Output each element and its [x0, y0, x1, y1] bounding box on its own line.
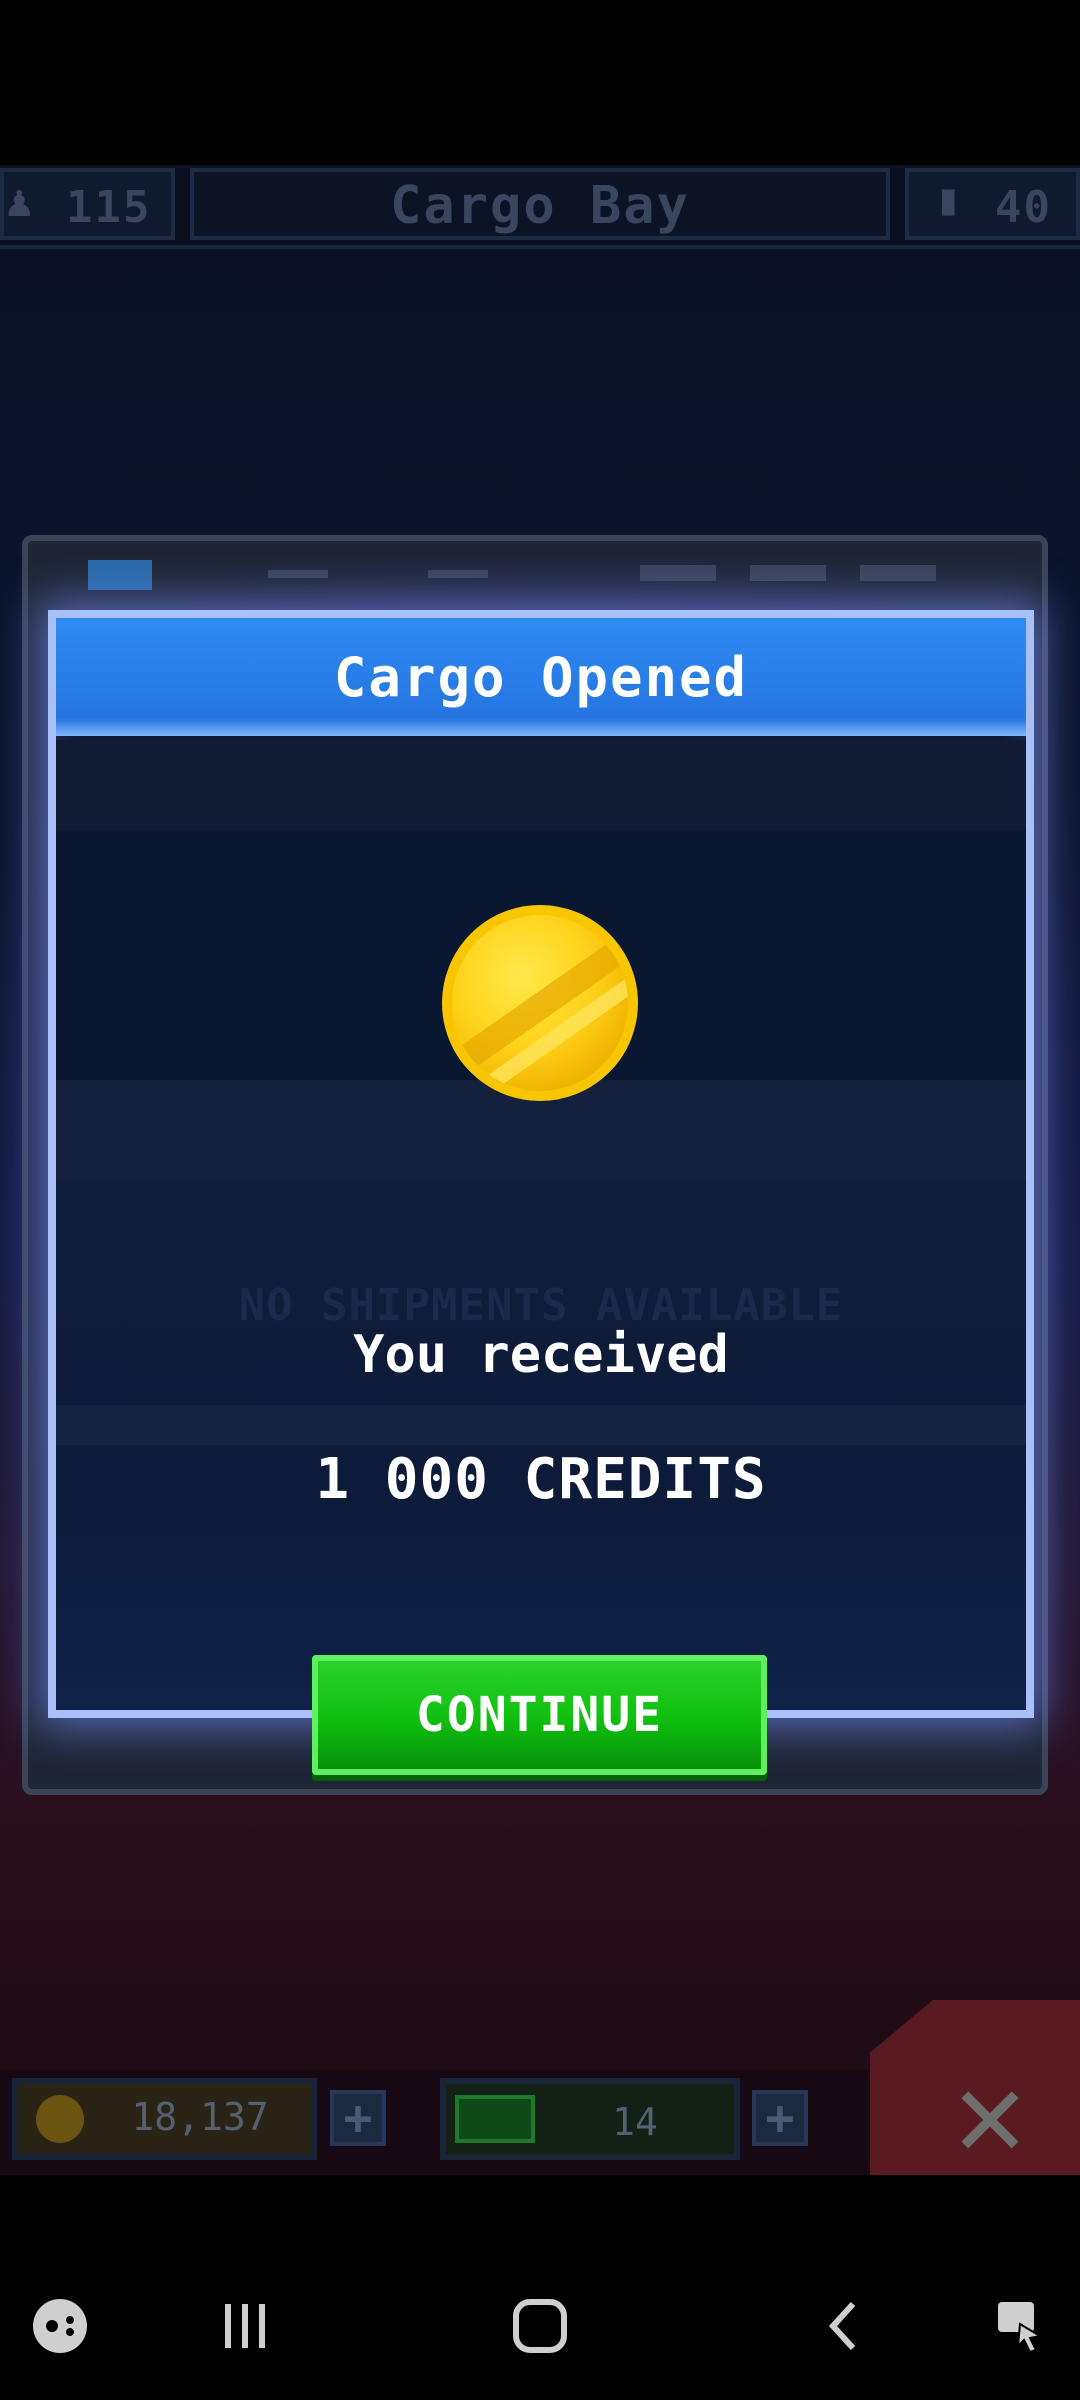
continue-button[interactable]: CONTINUE [312, 1655, 767, 1775]
crew-count: 115 [66, 182, 152, 233]
coin-icon [36, 2095, 84, 2143]
status-bar [0, 0, 1080, 165]
details-band [56, 1405, 1026, 1445]
home-icon[interactable] [500, 2290, 580, 2362]
fuel-icon: ▮ [935, 174, 962, 225]
reward-amount: 1 000 CREDITS [315, 1447, 767, 1512]
reward-details [56, 1180, 1026, 1710]
dialog-title: Cargo Opened [56, 618, 1026, 736]
buy-credits-button[interactable]: + [330, 2090, 386, 2146]
gems-value: 14 [612, 2100, 658, 2144]
screen-assist-icon[interactable] [984, 2290, 1056, 2362]
buy-gems-button[interactable]: + [752, 2090, 808, 2146]
person-icon: ♟ [6, 176, 33, 227]
page-title: Cargo Bay [390, 176, 690, 236]
background-status-text: NO SHIPMENTS AVAILABLE [238, 1280, 844, 1331]
received-label: You received [353, 1325, 729, 1385]
fuel-count: 40 [995, 182, 1052, 233]
dialog-band [56, 740, 1026, 830]
crew-counter: ♟ 115 [0, 168, 175, 240]
page-title-box: Cargo Bay [190, 168, 890, 240]
back-icon[interactable] [805, 2290, 885, 2362]
gem-icon [455, 2095, 535, 2143]
close-button[interactable]: ✕ [930, 2055, 1050, 2175]
recent-apps-icon[interactable] [205, 2290, 285, 2362]
navigation-bar [0, 2175, 1080, 2400]
credits-value: 18,137 [131, 2095, 269, 2139]
game-launcher-icon[interactable] [24, 2290, 96, 2362]
fuel-counter: ▮ 40 [905, 168, 1080, 240]
gold-coin-icon [442, 905, 638, 1101]
